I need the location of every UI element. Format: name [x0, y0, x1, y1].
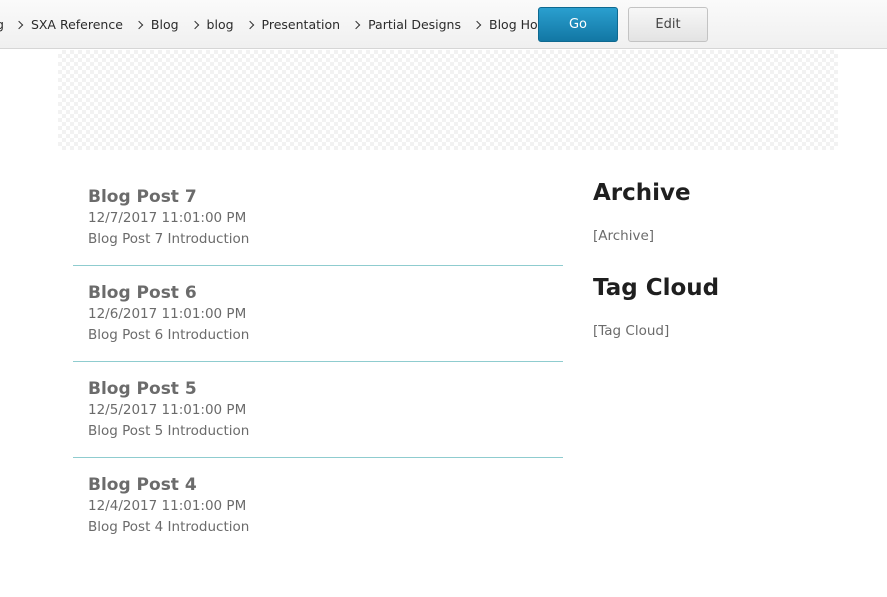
- post-date: 12/5/2017 11:01:00 PM: [88, 402, 247, 418]
- list-item: Blog Post 7 12/7/2017 11:01:00 PM Blog P…: [73, 170, 563, 266]
- breadcrumb-item-blog-lower[interactable]: blog: [190, 17, 234, 32]
- list-item: Blog Post 4 12/4/2017 11:01:00 PM Blog P…: [73, 458, 563, 554]
- top-toolbar: g SXA Reference Blog blog Presentation P…: [0, 0, 887, 49]
- blog-post-list: Blog Post 7 12/7/2017 11:01:00 PM Blog P…: [73, 170, 563, 554]
- post-title-link[interactable]: Blog Post 7: [88, 186, 563, 208]
- post-introduction: Blog Post 7 Introduction: [88, 231, 250, 247]
- breadcrumb: g SXA Reference Blog blog Presentation P…: [0, 0, 571, 49]
- post-introduction: Blog Post 4 Introduction: [88, 519, 250, 535]
- archive-placeholder: [Archive]: [593, 228, 655, 244]
- tag-cloud-placeholder: [Tag Cloud]: [593, 323, 670, 339]
- post-date: 12/6/2017 11:01:00 PM: [88, 306, 247, 322]
- sidebar: Archive [Archive] Tag Cloud [Tag Cloud]: [593, 176, 853, 340]
- breadcrumb-item-blog[interactable]: Blog: [134, 17, 179, 32]
- post-introduction: Blog Post 5 Introduction: [88, 423, 250, 439]
- chevron-right-icon: [190, 20, 199, 30]
- breadcrumb-label: Presentation: [261, 17, 341, 32]
- archive-heading: Archive: [593, 180, 691, 206]
- breadcrumb-item-truncated[interactable]: g: [0, 17, 4, 32]
- breadcrumb-label: blog: [206, 17, 234, 32]
- chevron-right-icon: [351, 20, 361, 30]
- post-date: 12/7/2017 11:01:00 PM: [88, 210, 247, 226]
- breadcrumb-item-partial-designs[interactable]: Partial Designs: [351, 17, 461, 32]
- chevron-right-icon: [245, 20, 254, 30]
- tag-cloud-heading: Tag Cloud: [593, 275, 720, 301]
- chevron-right-icon: [472, 20, 482, 30]
- post-date: 12/4/2017 11:01:00 PM: [88, 498, 247, 514]
- edit-button[interactable]: Edit: [628, 7, 708, 42]
- list-item: Blog Post 5 12/5/2017 11:01:00 PM Blog P…: [73, 362, 563, 458]
- list-item: Blog Post 6 12/6/2017 11:01:00 PM Blog P…: [73, 266, 563, 362]
- chevron-right-icon: [134, 20, 144, 30]
- post-title-link[interactable]: Blog Post 6: [88, 282, 563, 304]
- post-introduction: Blog Post 6 Introduction: [88, 327, 250, 343]
- go-button[interactable]: Go: [538, 7, 618, 42]
- banner-placeholder: [58, 50, 838, 150]
- chevron-right-icon: [14, 20, 24, 30]
- breadcrumb-label: Blog: [150, 17, 179, 32]
- breadcrumb-label: SXA Reference: [30, 17, 123, 32]
- post-title-link[interactable]: Blog Post 5: [88, 378, 563, 400]
- breadcrumb-item-sxa-reference[interactable]: SXA Reference: [14, 17, 123, 32]
- breadcrumb-label: Partial Designs: [368, 17, 461, 32]
- breadcrumb-item-presentation[interactable]: Presentation: [245, 17, 341, 32]
- post-title-link[interactable]: Blog Post 4: [88, 474, 563, 496]
